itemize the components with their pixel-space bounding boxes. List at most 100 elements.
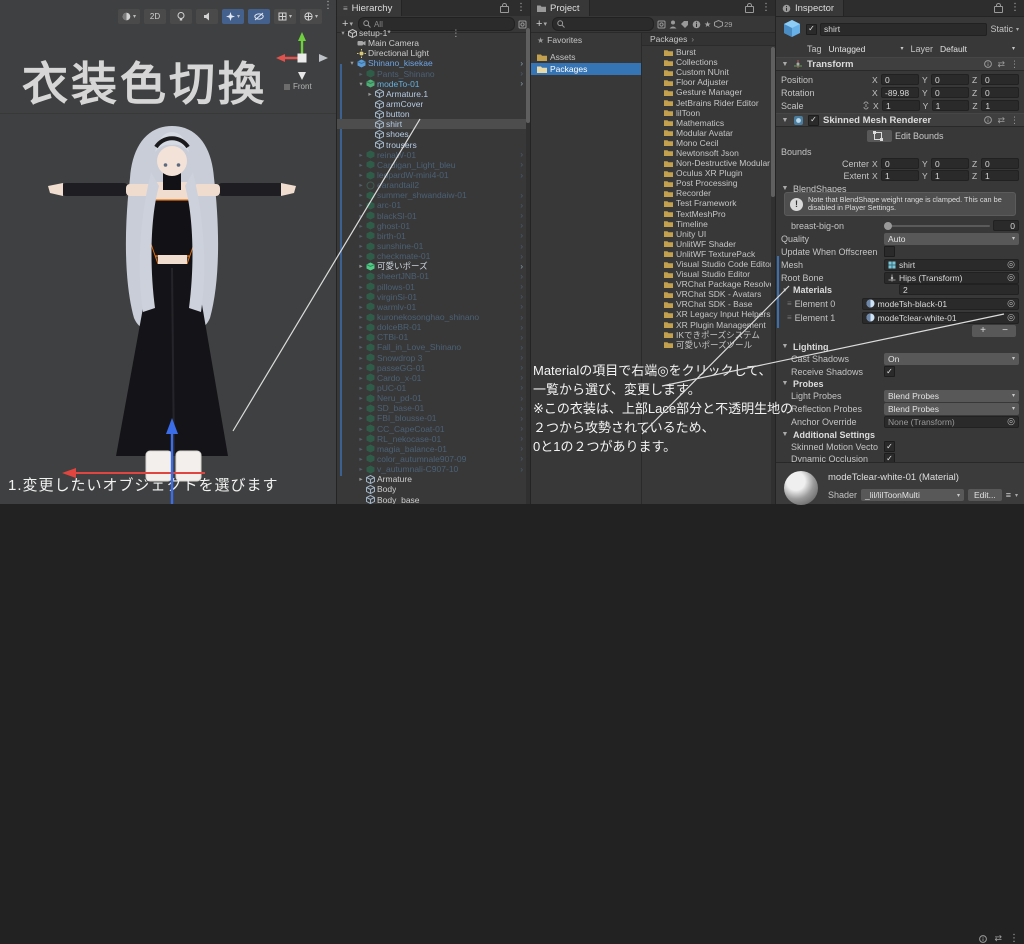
expander-arrow-icon[interactable]: ▸ [357, 414, 365, 422]
prefab-chevron-icon[interactable]: › [520, 150, 523, 159]
prefab-chevron-icon[interactable]: › [520, 171, 523, 180]
hierarchy-row[interactable]: ▸ ghost-01 › [337, 221, 526, 231]
package-item[interactable]: Collections [642, 57, 771, 67]
rotation-x-field[interactable]: -89.98 [881, 87, 919, 98]
package-item[interactable]: lilToon [642, 108, 771, 118]
hierarchy-row[interactable]: ▾ modeTo-01 › [337, 79, 526, 89]
hidden-packages-badge[interactable]: 29 [714, 20, 732, 29]
prefab-chevron-icon[interactable]: › [520, 343, 523, 352]
expander-arrow-icon[interactable]: ▸ [357, 242, 365, 250]
package-item[interactable]: Custom NUnit [642, 67, 771, 77]
reflection-probes-dropdown[interactable]: Blend Probes ▾ [884, 402, 1019, 415]
prefab-chevron-icon[interactable]: › [520, 160, 523, 169]
hierarchy-row[interactable]: ▸ magia_balance-01 › [337, 444, 526, 454]
receive-shadows-checkbox[interactable]: ✓ [884, 366, 895, 377]
prefab-chevron-icon[interactable]: › [520, 252, 523, 261]
material-kebab-icon[interactable]: ⋮ [1009, 933, 1019, 944]
foldout-arrow-icon[interactable]: ▼ [781, 61, 789, 68]
hierarchy-row[interactable]: ▸ checkmate-01 › [337, 251, 526, 261]
hierarchy-row[interactable]: ▸ 可愛いポーズ › [337, 261, 526, 271]
position-z-field[interactable]: 0 [981, 74, 1019, 85]
object-picker-icon[interactable]: ◎ [1007, 299, 1015, 309]
hierarchy-row[interactable]: armCover [337, 99, 526, 109]
prefab-chevron-icon[interactable]: › [520, 79, 523, 88]
prefab-chevron-icon[interactable]: › [520, 323, 523, 332]
expander-arrow-icon[interactable]: ▸ [357, 475, 365, 483]
light-probes-dropdown[interactable]: Blend Probes ▾ [884, 389, 1019, 402]
tab-kebab-icon[interactable]: ⋮ [516, 2, 526, 13]
hierarchy-row[interactable]: ▸ blackSl-01 › [337, 211, 526, 221]
package-item[interactable]: Gesture Manager [642, 87, 771, 97]
hierarchy-row[interactable]: ▸ leopardW-mini4-01 › [337, 170, 526, 180]
shading-mode-button[interactable]: ▾ [118, 9, 140, 24]
gizmos-button[interactable]: ▾ [300, 9, 322, 24]
smr-header[interactable]: ▼ ✓ Skinned Mesh Renderer ⇄ ⋮ [776, 113, 1024, 127]
prefab-chevron-icon[interactable]: › [520, 383, 523, 392]
name-field[interactable]: shirt [820, 22, 988, 36]
anchor-override-field[interactable]: None (Transform) ◎ [884, 415, 1019, 428]
search-by-label-icon[interactable] [680, 20, 689, 28]
hierarchy-row[interactable]: ▸ pillows-01 › [337, 282, 526, 292]
lock-icon[interactable] [745, 2, 754, 13]
gizmo-center-cube[interactable] [297, 53, 307, 63]
expander-arrow-icon[interactable]: ▾ [357, 80, 365, 88]
center-y-field[interactable]: 0 [931, 158, 969, 169]
quality-dropdown[interactable]: Auto ▾ [884, 232, 1019, 245]
prefab-chevron-icon[interactable]: › [520, 454, 523, 463]
expander-arrow-icon[interactable]: ▸ [357, 364, 365, 372]
info-icon[interactable] [692, 20, 701, 29]
expander-arrow-icon[interactable]: ▸ [357, 303, 365, 311]
hierarchy-row[interactable]: ▸ virginSi-01 › [337, 292, 526, 302]
component-kebab-icon[interactable]: ⋮ [1010, 59, 1019, 70]
hierarchy-row[interactable]: shoes [337, 129, 526, 139]
hierarchy-row[interactable]: ▸ CTBi-01 › [337, 332, 526, 342]
package-item[interactable]: VRChat SDK - Avatars [642, 289, 771, 299]
element0-object-field[interactable]: modeTsh-black-01 ◎ [861, 297, 1019, 310]
hierarchy-row[interactable]: ▸ Armature [337, 474, 526, 484]
package-item[interactable]: Mathematics [642, 118, 771, 128]
element1-object-field[interactable]: modeTclear-white-01 ◎ [861, 311, 1019, 324]
hierarchy-row[interactable]: ▸ v_autumnali-C907-10 › [337, 464, 526, 474]
lock-icon[interactable] [500, 2, 509, 13]
prefab-chevron-icon[interactable]: › [520, 313, 523, 322]
static-label[interactable]: Static [990, 24, 1013, 34]
extent-y-field[interactable]: 1 [931, 170, 969, 181]
add-element-button[interactable]: + [972, 325, 994, 337]
prefab-chevron-icon[interactable]: › [520, 59, 523, 68]
scene-menu-kebab-icon[interactable]: ⋮ [323, 0, 333, 11]
object-picker-icon[interactable]: ◎ [1007, 260, 1015, 270]
expander-arrow-icon[interactable]: ▸ [357, 222, 365, 230]
hierarchy-row[interactable]: Body [337, 484, 526, 494]
prefab-chevron-icon[interactable]: › [520, 353, 523, 362]
package-item[interactable]: Oculus XR Plugin [642, 168, 771, 178]
prefab-chevron-icon[interactable]: › [520, 444, 523, 453]
hierarchy-row[interactable]: ▸ CC_CapeCoat-01 › [337, 423, 526, 434]
hierarchy-row[interactable]: ▸ passeGG-01 › [337, 363, 526, 373]
project-search-input[interactable] [551, 17, 654, 31]
package-item[interactable]: XR Plugin Management [642, 320, 771, 330]
expander-arrow-icon[interactable]: ▸ [357, 445, 365, 453]
expander-arrow-icon[interactable]: ▸ [357, 262, 365, 270]
materials-count-field[interactable]: 2 [899, 284, 1019, 295]
hierarchy-row[interactable]: shirt [337, 119, 526, 130]
prefab-chevron-icon[interactable]: › [520, 373, 523, 382]
object-picker-icon[interactable]: ◎ [1007, 273, 1015, 283]
expander-arrow-icon[interactable]: ▸ [357, 425, 365, 433]
search-by-type-icon[interactable] [669, 20, 677, 29]
package-item[interactable]: 可愛いポーズツール [642, 340, 771, 350]
scene-effects-button[interactable]: ▾ [222, 9, 244, 24]
skinned-motion-vectors-checkbox[interactable]: ✓ [884, 441, 895, 452]
shader-dropdown-arrow-icon[interactable]: ▾ [1015, 492, 1018, 499]
search-save-icon[interactable] [657, 20, 666, 29]
root-bone-object-field[interactable]: Hips (Transform) ◎ [884, 271, 1019, 284]
gizmo-view-label[interactable]: Front [284, 82, 312, 91]
drag-handle-icon[interactable]: ≡ [787, 313, 792, 322]
package-item[interactable]: Newtonsoft Json [642, 148, 771, 158]
prefab-chevron-icon[interactable]: › [520, 221, 523, 230]
position-y-field[interactable]: 0 [931, 74, 969, 85]
hierarchy-row[interactable]: ▸ Cardo_x-01 › [337, 373, 526, 383]
project-breadcrumb[interactable]: Packages › [642, 33, 775, 46]
package-item[interactable]: Post Processing [642, 178, 771, 188]
prefab-chevron-icon[interactable]: › [520, 465, 523, 474]
package-item[interactable]: TextMeshPro [642, 209, 771, 219]
